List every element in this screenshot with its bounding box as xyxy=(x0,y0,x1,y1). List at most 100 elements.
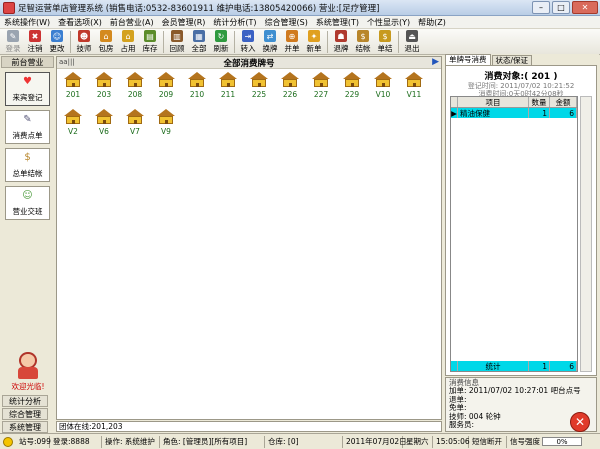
room-V11[interactable]: V11 xyxy=(403,72,425,104)
room-roof-icon xyxy=(374,72,392,79)
toolbar-button-refresh[interactable]: ↻ 刷新 xyxy=(210,29,232,54)
room-label: 201 xyxy=(65,90,81,99)
toolbar-button-exit[interactable]: ⏏ 退出 xyxy=(401,29,423,54)
order-icon: ✎ xyxy=(23,114,32,125)
room-label: 208 xyxy=(127,90,143,99)
toolbar-separator xyxy=(70,31,71,53)
room-227[interactable]: 227 xyxy=(310,72,332,104)
checkout-icon: $ xyxy=(357,30,369,42)
room-V10[interactable]: V10 xyxy=(372,72,394,104)
room-V9[interactable]: V9 xyxy=(155,109,177,141)
change-icon: ☺ xyxy=(51,30,63,42)
info-line: 退单: xyxy=(449,394,467,404)
room-203[interactable]: 203 xyxy=(93,72,115,104)
toolbar-button-technician[interactable]: ☻ 技师 xyxy=(73,29,95,54)
tab-status-guarantee[interactable]: 状态/保证 xyxy=(491,55,533,65)
room-roof-icon xyxy=(312,72,330,79)
toolbar-button-occupy[interactable]: ⌂ 占用 xyxy=(117,29,139,54)
room-roof-icon xyxy=(126,109,144,116)
room-V2[interactable]: V2 xyxy=(62,109,84,141)
room-roof-icon xyxy=(126,72,144,79)
total-checkout-icon: $ xyxy=(24,152,31,163)
status-sms: 短信断开 xyxy=(469,435,507,448)
table-row[interactable]: ▶ 精油保健 1 6 xyxy=(451,108,577,118)
next-arrow-icon[interactable]: ▶ xyxy=(432,57,439,67)
toolbar-button-stock[interactable]: ▤ 库存 xyxy=(139,29,161,54)
room-V7[interactable]: V7 xyxy=(124,109,146,141)
technician-icon: ☻ xyxy=(78,30,90,42)
room-208[interactable]: 208 xyxy=(124,72,146,104)
toolbar-button-single-checkout[interactable]: $ 单结 xyxy=(374,29,396,54)
grid-scrollbar[interactable] xyxy=(580,96,592,372)
toolbar-label: 全部 xyxy=(191,44,207,53)
consume-box: 消费对象:( 201 ) 登记时间: 2011/07/02 10:21:52 消… xyxy=(445,65,597,376)
toolbar-label: 刷新 xyxy=(213,44,229,53)
room-V6[interactable]: V6 xyxy=(93,109,115,141)
sort-icon[interactable]: aa||| xyxy=(59,58,75,66)
toolbar-label: 新单 xyxy=(306,44,322,53)
nav-item-guest-register[interactable]: ♥ 来宾登记 xyxy=(5,72,50,106)
minimize-icon[interactable]: – xyxy=(532,1,550,14)
room-roof-icon xyxy=(250,72,268,79)
room-label: 211 xyxy=(220,90,236,99)
menu-item-7[interactable]: 个性显示(Y) xyxy=(363,17,414,28)
menu-item-6[interactable]: 系统管理(T) xyxy=(312,17,363,28)
menu-item-1[interactable]: 查看选项(X) xyxy=(54,17,106,28)
menu-item-2[interactable]: 前台营业(A) xyxy=(106,17,158,28)
toolbar-button-merge[interactable]: ⊕ 并单 xyxy=(281,29,303,54)
row-amount: 6 xyxy=(550,108,577,118)
nav-item-label: 消费点单 xyxy=(12,131,43,140)
room-226[interactable]: 226 xyxy=(279,72,301,104)
nav-comprehensive-mgmt[interactable]: 综合管理 xyxy=(2,408,48,420)
room-201[interactable]: 201 xyxy=(62,72,84,104)
grid-indicator-col xyxy=(451,97,458,107)
toolbar-button-login[interactable]: ✎ 登录 xyxy=(2,29,24,54)
maximize-icon[interactable]: □ xyxy=(552,1,570,14)
nav-item-shift-handover[interactable]: ☺ 营业交班 xyxy=(5,186,50,220)
mascot-body-icon xyxy=(18,367,38,379)
toolbar-button-checkout[interactable]: $ 结帐 xyxy=(352,29,374,54)
close-icon[interactable]: ✕ xyxy=(572,1,598,14)
toolbar-button-logout[interactable]: ✖ 注销 xyxy=(24,29,46,54)
room-210[interactable]: 210 xyxy=(186,72,208,104)
toolbar-button-change[interactable]: ☺ 更改 xyxy=(46,29,68,54)
toolbar-button-swap[interactable]: ⇄ 换牌 xyxy=(259,29,281,54)
nav-item-label: 总单结帐 xyxy=(12,169,43,178)
room-label: V10 xyxy=(375,90,391,99)
close-order-icon[interactable]: ✕ xyxy=(570,412,590,432)
menu-item-8[interactable]: 帮助(Z) xyxy=(414,17,450,28)
toolbar-button-new-order[interactable]: ✦ 新单 xyxy=(303,29,325,54)
room-roof-icon xyxy=(95,72,113,79)
nav-item-order[interactable]: ✎ 消费点单 xyxy=(5,110,50,144)
nav-system-mgmt[interactable]: 系统管理 xyxy=(2,421,48,433)
exit-icon: ⏏ xyxy=(406,30,418,42)
menu-item-3[interactable]: 会员管理(R) xyxy=(158,17,210,28)
toolbar-button-all[interactable]: ▦ 全部 xyxy=(188,29,210,54)
menu-item-5[interactable]: 综合管理(S) xyxy=(261,17,312,28)
room-house-icon xyxy=(128,79,142,87)
col-item: 项目 xyxy=(458,97,529,107)
occupy-icon: ⌂ xyxy=(122,30,134,42)
room-225[interactable]: 225 xyxy=(248,72,270,104)
toolbar-button-review[interactable]: ▥ 回顾 xyxy=(166,29,188,54)
menu-item-0[interactable]: 系统操作(W) xyxy=(0,17,54,28)
room-211[interactable]: 211 xyxy=(217,72,239,104)
tab-single-consume[interactable]: 单牌号消费 xyxy=(445,54,491,65)
menu-item-4[interactable]: 统计分析(T) xyxy=(209,17,260,28)
info-line: 加单: 2011/07/02 10:27:01 吧台点号 xyxy=(449,386,581,395)
nav-stats-analysis[interactable]: 统计分析 xyxy=(2,395,48,407)
nav-item-total-checkout[interactable]: $ 总单结帐 xyxy=(5,148,50,182)
nav-header[interactable]: 前台营业 xyxy=(1,56,54,68)
all-icon: ▦ xyxy=(193,30,205,42)
toolbar-button-room[interactable]: ⌂ 包房 xyxy=(95,29,117,54)
room-label: 210 xyxy=(189,90,205,99)
toolbar-button-return-card[interactable]: ☗ 退牌 xyxy=(330,29,352,54)
room-house-icon xyxy=(159,79,173,87)
transfer-in-icon: ⇥ xyxy=(242,30,254,42)
toolbar-button-transfer-in[interactable]: ⇥ 转入 xyxy=(237,29,259,54)
single-checkout-icon: $ xyxy=(379,30,391,42)
room-229[interactable]: 229 xyxy=(341,72,363,104)
room-209[interactable]: 209 xyxy=(155,72,177,104)
col-amount: 金额 xyxy=(550,97,577,107)
toolbar-label: 占用 xyxy=(120,44,136,53)
